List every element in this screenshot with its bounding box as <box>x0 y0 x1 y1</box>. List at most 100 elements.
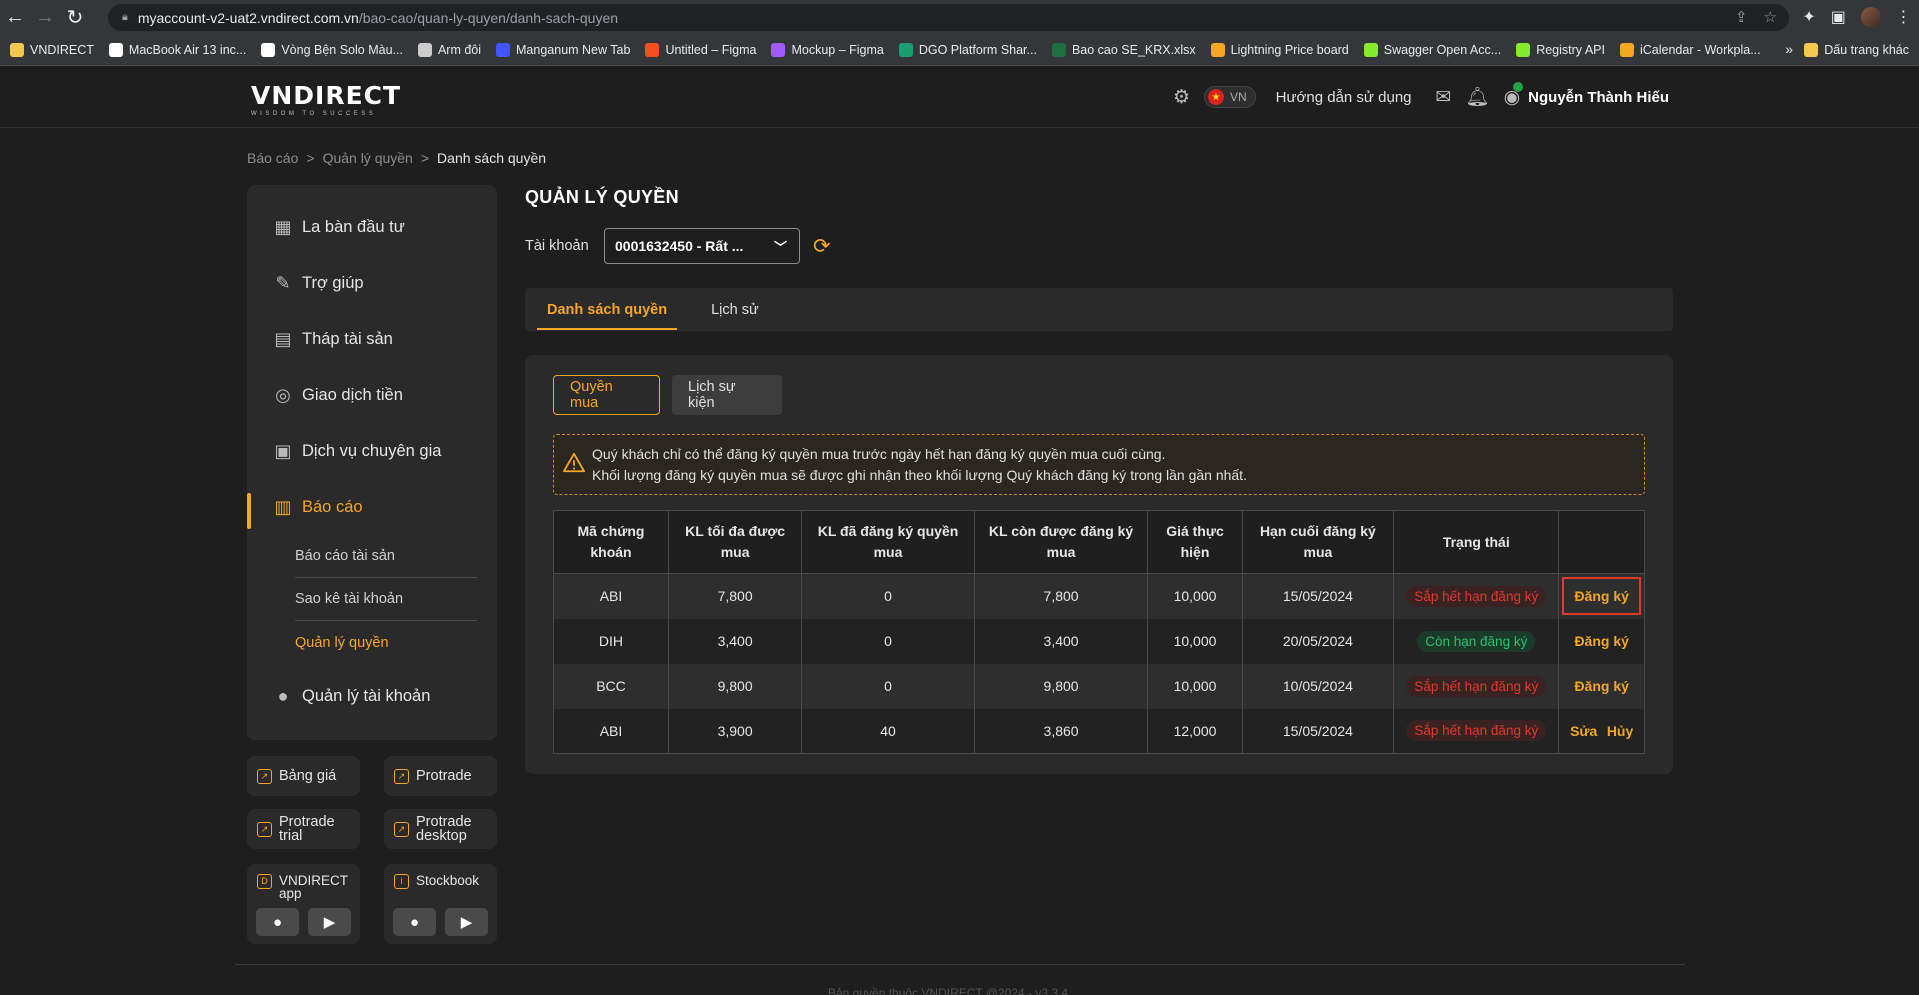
person-icon: ● <box>277 685 289 706</box>
chart-icon: ↗ <box>394 768 409 784</box>
cell-status: Sắp hết hạn đăng ký <box>1393 663 1560 709</box>
cell-max: 9,800 <box>667 663 803 709</box>
cell-remaining: 9,800 <box>973 663 1149 709</box>
sidebar-item-thap-tai-san[interactable]: ▤ Tháp tài sản <box>247 311 497 367</box>
column-header <box>1558 510 1645 574</box>
account-select[interactable]: 0001632450 - Rất ... ﹀ <box>604 228 800 264</box>
chevron-down-icon: ﹀ <box>773 240 787 255</box>
submenu-quan-ly-quyen[interactable]: Quản lý quyền <box>295 621 477 664</box>
apple-store-icon[interactable]: ● <box>256 908 299 936</box>
cell-price: 10,000 <box>1147 573 1243 619</box>
vndirect-logo[interactable]: VNDIRECT WISDOM TO SUCCESS <box>251 81 401 117</box>
status-badge: Sắp hết hạn đăng ký <box>1406 585 1547 607</box>
bookmark-item[interactable]: Vòng Bện Solo Màu... <box>261 42 403 57</box>
bookmark-item[interactable]: Manganum New Tab <box>496 42 630 57</box>
bookmark-item[interactable]: Untitled – Figma <box>645 42 756 57</box>
vndirect-app-box: D VNDIRECT app ● ▶ <box>247 864 360 944</box>
language-switch[interactable]: ★ VN <box>1204 86 1256 108</box>
cell-actions: Đăng ký <box>1558 663 1645 709</box>
bookmark-item[interactable]: Lightning Price board <box>1210 42 1349 57</box>
sidebar-item-giao-dich-tien[interactable]: ◎ Giao dịch tiền <box>247 367 497 423</box>
vietnam-flag-icon: ★ <box>1208 89 1224 105</box>
bookmark-favicon-icon <box>645 42 660 57</box>
stockbook-box: i Stockbook ● ▶ <box>384 864 497 944</box>
bookmark-item[interactable]: iCalendar - Workpla... <box>1619 42 1761 57</box>
cell-deadline: 15/05/2024 <box>1241 573 1395 619</box>
extensions-icon[interactable]: ✦ <box>1802 7 1815 27</box>
bookmark-item[interactable]: Bao cao SE_KRX.xlsx <box>1051 42 1196 57</box>
quick-link-protrade-trial[interactable]: ↗ Protrade trial <box>247 809 360 849</box>
breadcrumb-current: Danh sách quyền <box>437 150 547 166</box>
bookmark-item[interactable]: Arm đôi <box>417 42 481 57</box>
back-icon[interactable]: ← <box>0 2 30 32</box>
cell-status: Sắp hết hạn đăng ký <box>1393 573 1560 619</box>
register-button[interactable]: Đăng ký <box>1574 633 1628 649</box>
quick-link-protrade-desktop[interactable]: ↗ Protrade desktop <box>384 809 497 849</box>
reload-icon[interactable]: ↻ <box>60 2 90 32</box>
sidepanel-icon[interactable]: ▣ <box>1831 7 1846 27</box>
bookmark-item[interactable]: Registry API <box>1516 42 1605 57</box>
bookmark-item[interactable]: Mockup – Figma <box>771 42 884 57</box>
url-host: myaccount-v2-uat2.vndirect.com.vn <box>137 9 359 26</box>
address-bar[interactable]: 🔒︎ myaccount-v2-uat2.vndirect.com.vn /ba… <box>108 4 1789 31</box>
bookmark-item[interactable]: VNDIRECT <box>10 42 94 57</box>
register-button[interactable]: Đăng ký <box>1562 577 1641 616</box>
tab-danh-sach-quyen[interactable]: Danh sách quyền <box>525 288 689 331</box>
url-path: /bao-cao/quan-ly-quyen/danh-sach-quyen <box>358 9 619 26</box>
cell-remaining: 3,860 <box>973 708 1149 754</box>
profile-avatar[interactable] <box>1860 7 1881 27</box>
subtab-lich-su-kien[interactable]: Lịch sự kiện <box>672 375 782 415</box>
user-name[interactable]: Nguyễn Thành Hiếu <box>1528 89 1669 106</box>
report-submenu: Báo cáo tài sản Sao kê tài khoản Quản lý… <box>247 535 497 664</box>
bell-icon[interactable]: 🔔︎ <box>1465 85 1489 109</box>
user-icon[interactable]: ◉ <box>1504 81 1524 109</box>
column-header: KL tối đa được mua <box>667 510 803 574</box>
forward-icon[interactable]: → <box>30 2 60 32</box>
notice-box: Quý khách chỉ có thể đăng ký quyền mua t… <box>553 434 1645 495</box>
breadcrumb-item[interactable]: Quản lý quyền <box>323 150 413 166</box>
bookmark-item[interactable]: Swagger Open Acc... <box>1363 42 1501 57</box>
sidebar-item-quan-ly-tai-khoan[interactable]: ● Quản lý tài khoản <box>247 668 497 724</box>
sidebar-item-dich-vu[interactable]: ▣ Dịch vụ chuyên gia <box>247 423 497 479</box>
bookmarks-bar: VNDIRECT MacBook Air 13 inc... Vòng Bện So… <box>0 34 1919 66</box>
table-row: ABI 7,800 0 7,800 10,000 15/05/2024 Sắp hết hạ… <box>553 573 1645 619</box>
table-row: ABI 3,900 40 3,860 12,000 15/05/2024 Sắp hết h… <box>553 708 1645 754</box>
page-title: QUẢN LÝ QUYỀN <box>525 187 679 207</box>
refresh-icon[interactable]: ⟳ <box>813 234 831 259</box>
breadcrumb: Báo cáo > Quản lý quyền > Danh sách quyề… <box>247 150 547 166</box>
bookmarks-overflow-icon[interactable]: » <box>1785 41 1793 57</box>
column-header: Hạn cuối đăng ký mua <box>1241 510 1395 574</box>
cancel-button[interactable]: Hủy <box>1607 723 1633 739</box>
sidebar-item-la-ban[interactable]: ▦ La bàn đầu tư <box>247 199 497 255</box>
quick-link-bang-gia[interactable]: ↗ Bảng giá <box>247 756 360 796</box>
apple-store-icon[interactable]: ● <box>393 908 436 936</box>
notice-line: Khối lượng đăng ký quyền mua sẽ được ghi… <box>592 467 1247 483</box>
sidebar-item-bao-cao[interactable]: ▥ Báo cáo <box>247 479 497 535</box>
menu-icon[interactable]: ⋮ <box>1896 7 1912 27</box>
other-bookmarks-folder[interactable]: Dấu trang khác <box>1804 43 1909 57</box>
user-guide-link[interactable]: Hướng dẫn sử dụng <box>1276 89 1412 106</box>
chart-icon: ↗ <box>394 821 409 837</box>
submenu-bao-cao-tai-san[interactable]: Báo cáo tài sản <box>295 535 477 578</box>
bookmark-item[interactable]: DGO Platform Shar... <box>898 42 1037 57</box>
google-play-icon[interactable]: ▶ <box>308 908 351 936</box>
app-icon: D <box>257 874 272 889</box>
settings-gear-icon[interactable]: ⚙ <box>1173 86 1190 109</box>
tab-lich-su[interactable]: Lịch sử <box>689 288 781 331</box>
share-icon[interactable]: ⇪ <box>1735 8 1748 26</box>
register-button[interactable]: Đăng ký <box>1574 678 1628 694</box>
mail-icon[interactable]: ✉ <box>1436 86 1452 109</box>
help-icon: ✎ <box>275 272 291 293</box>
edit-button[interactable]: Sửa <box>1570 723 1597 739</box>
subtab-quyen-mua[interactable]: Quyền mua <box>553 375 660 415</box>
bookmark-favicon-icon <box>898 42 913 57</box>
breadcrumb-item[interactable]: Báo cáo <box>247 150 298 166</box>
submenu-sao-ke[interactable]: Sao kê tài khoản <box>295 578 477 621</box>
column-header: Trạng thái <box>1393 510 1560 574</box>
star-icon[interactable]: ☆ <box>1764 8 1777 26</box>
bookmark-item[interactable]: MacBook Air 13 inc... <box>108 42 246 57</box>
quick-link-protrade[interactable]: ↗ Protrade <box>384 756 497 796</box>
chart-icon: ↗ <box>257 768 272 784</box>
google-play-icon[interactable]: ▶ <box>445 908 488 936</box>
sidebar-item-tro-giup[interactable]: ✎ Trợ giúp <box>247 255 497 311</box>
